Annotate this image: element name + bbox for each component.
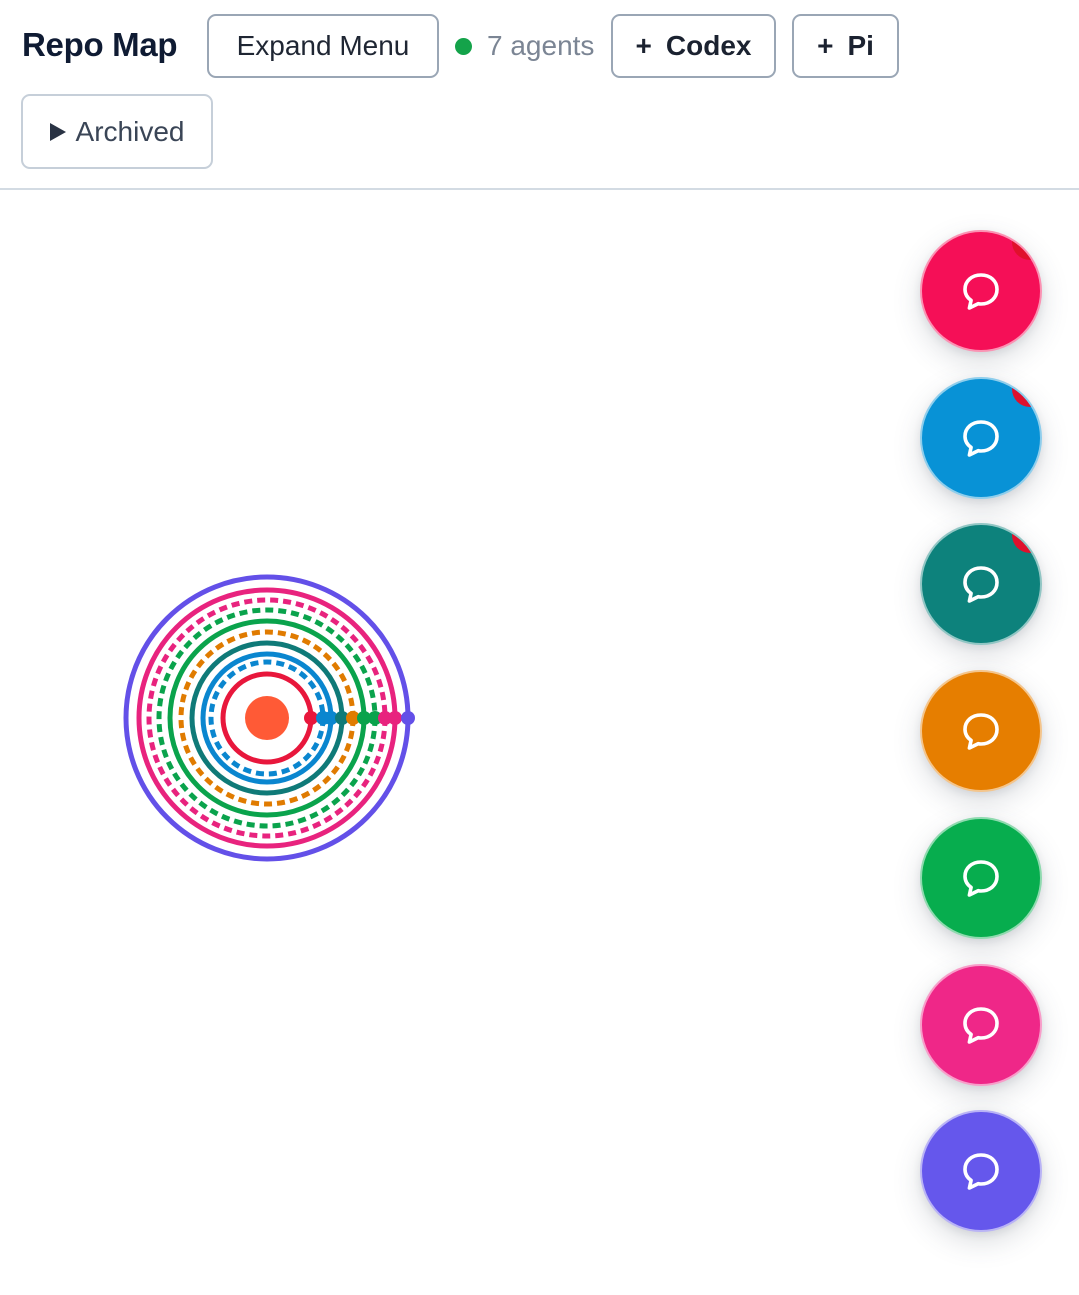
chat-bubble-icon bbox=[963, 273, 999, 310]
expand-menu-button[interactable]: Expand Menu bbox=[207, 14, 439, 78]
agents-status: 7 agents bbox=[455, 24, 594, 68]
chat-button-1[interactable] bbox=[920, 230, 1042, 352]
ring-node-dot[interactable] bbox=[304, 711, 318, 725]
page-title: Repo Map bbox=[22, 26, 178, 63]
chat-bubble-icon bbox=[963, 566, 999, 603]
chat-button-5[interactable] bbox=[920, 817, 1042, 939]
repo-center-node[interactable] bbox=[245, 696, 289, 740]
chat-button-4[interactable] bbox=[920, 670, 1042, 792]
archived-label: Archived bbox=[75, 115, 185, 147]
chat-button-6[interactable] bbox=[920, 964, 1042, 1086]
ring-node-dot[interactable] bbox=[388, 711, 402, 725]
chat-bubble-icon bbox=[963, 1007, 999, 1044]
repo-map-rings[interactable] bbox=[110, 560, 426, 876]
agents-count: 7 agents bbox=[487, 30, 595, 61]
ring-node-dot[interactable] bbox=[401, 711, 415, 725]
add-pi-label: Pi bbox=[847, 30, 874, 61]
unread-badge bbox=[1012, 232, 1040, 260]
unread-badge bbox=[1012, 525, 1040, 553]
add-codex-label: Codex bbox=[665, 30, 752, 61]
chat-button-2[interactable] bbox=[920, 377, 1042, 499]
add-codex-button[interactable]: + Codex bbox=[611, 14, 776, 78]
chat-bubble-icon bbox=[963, 420, 999, 457]
chat-bubble-icon bbox=[963, 860, 999, 897]
unread-badge bbox=[1012, 379, 1040, 407]
add-pi-button[interactable]: + Pi bbox=[792, 14, 899, 78]
chat-bubble-icon bbox=[963, 713, 999, 750]
chat-button-3[interactable] bbox=[920, 523, 1042, 645]
chat-button-7[interactable] bbox=[920, 1110, 1042, 1232]
plus-icon: + bbox=[635, 30, 652, 61]
chat-bubble-icon bbox=[963, 1153, 999, 1190]
play-triangle-icon bbox=[49, 122, 66, 141]
status-dot-icon bbox=[455, 37, 472, 55]
archived-toggle[interactable]: Archived bbox=[21, 94, 213, 169]
top-toolbar: Repo Map Expand Menu 7 agents + Codex + … bbox=[0, 0, 1079, 190]
plus-icon: + bbox=[817, 30, 834, 61]
